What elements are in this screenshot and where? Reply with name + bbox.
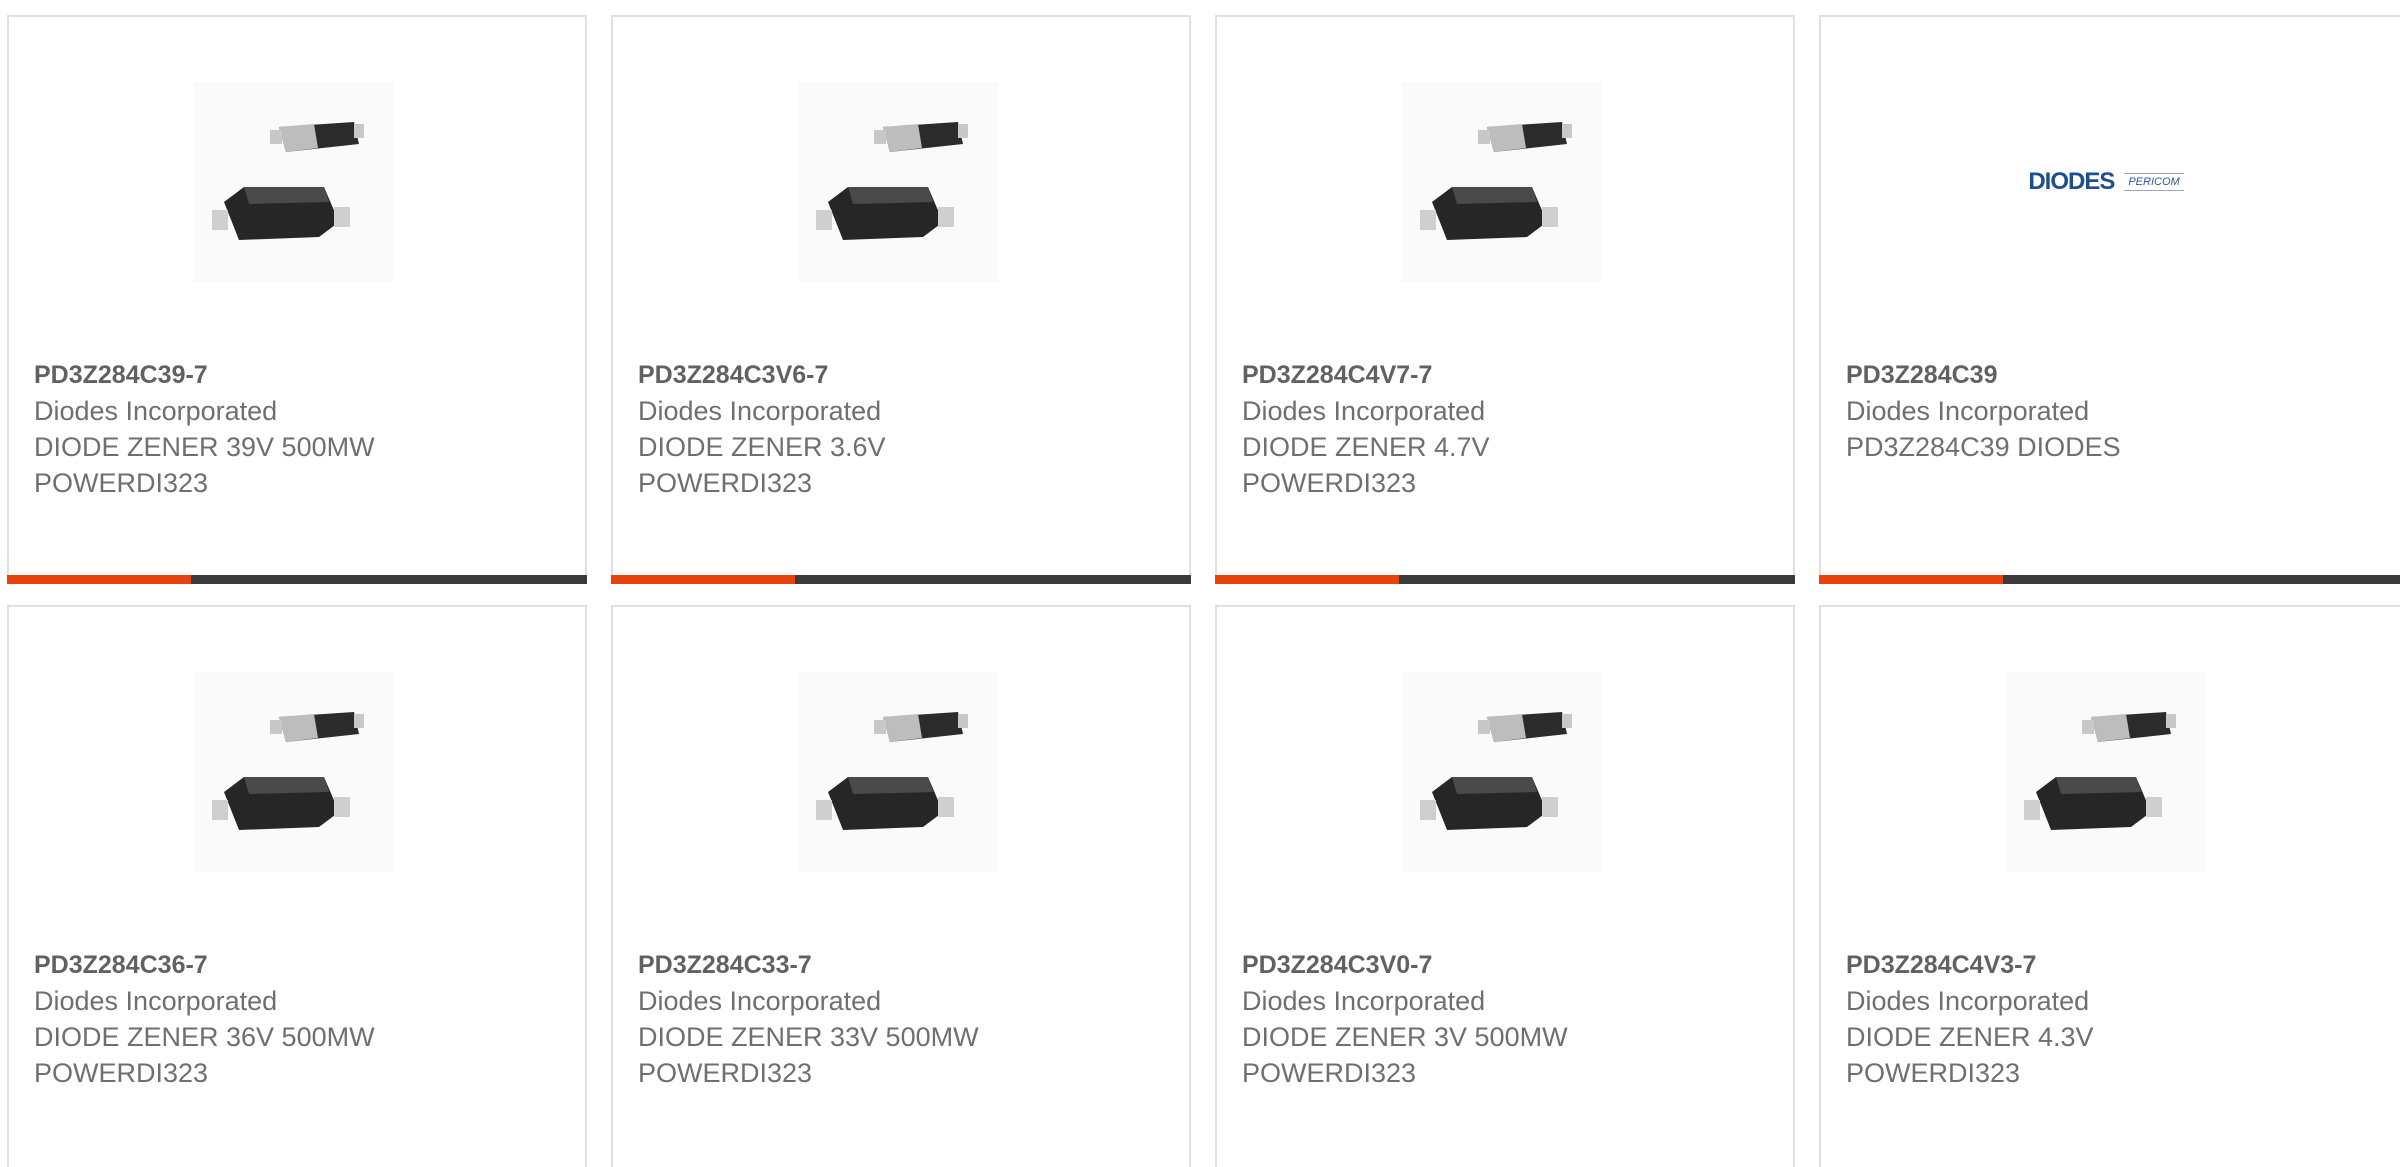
description: DIODE ZENER 3V 500MW xyxy=(1242,1022,1568,1052)
description: DIODE ZENER 39V 500MW xyxy=(34,432,375,462)
package: POWERDI323 xyxy=(34,1058,209,1088)
product-card[interactable]: PD3Z284C36-7 Diodes Incorporated DIODE Z… xyxy=(7,605,587,1167)
manufacturer: Diodes Incorporated xyxy=(638,986,882,1016)
diodes-pericom-logo: DIODES PERICOM xyxy=(2028,168,2184,196)
part-number[interactable]: PD3Z284C33-7 xyxy=(638,947,1178,983)
pericom-logo-text: PERICOM xyxy=(2124,173,2184,191)
product-image[interactable] xyxy=(798,82,998,282)
diode-package-icon xyxy=(798,672,998,872)
package: POWERDI323 xyxy=(638,1058,813,1088)
product-card[interactable]: PD3Z284C4V3-7 Diodes Incorporated DIODE … xyxy=(1819,605,2400,1167)
product-image[interactable] xyxy=(194,82,394,282)
description: DIODE ZENER 4.3V xyxy=(1846,1022,2094,1052)
diode-package-icon xyxy=(1402,82,1602,282)
product-card[interactable]: PD3Z284C3V0-7 Diodes Incorporated DIODE … xyxy=(1215,605,1795,1167)
part-number[interactable]: PD3Z284C3V0-7 xyxy=(1242,947,1782,983)
card-bottom-bar xyxy=(611,575,1191,584)
description: DIODE ZENER 3.6V xyxy=(638,432,886,462)
part-number[interactable]: PD3Z284C36-7 xyxy=(34,947,574,983)
package: POWERDI323 xyxy=(1846,1058,2021,1088)
part-number[interactable]: PD3Z284C4V7-7 xyxy=(1242,357,1782,393)
part-number[interactable]: PD3Z284C39-7 xyxy=(34,357,574,393)
package: POWERDI323 xyxy=(1242,468,1417,498)
description: DIODE ZENER 36V 500MW xyxy=(34,1022,375,1052)
product-image[interactable] xyxy=(798,672,998,872)
description: DIODE ZENER 4.7V xyxy=(1242,432,1490,462)
description: DIODE ZENER 33V 500MW xyxy=(638,1022,979,1052)
diode-package-icon xyxy=(1402,672,1602,872)
product-image[interactable] xyxy=(194,672,394,872)
manufacturer: Diodes Incorporated xyxy=(1242,986,1486,1016)
part-number[interactable]: PD3Z284C3V6-7 xyxy=(638,357,1178,393)
product-image[interactable] xyxy=(1402,82,1602,282)
package: POWERDI323 xyxy=(34,468,209,498)
manufacturer: Diodes Incorporated xyxy=(1846,986,2090,1016)
manufacturer: Diodes Incorporated xyxy=(1846,396,2090,426)
product-image[interactable] xyxy=(2006,672,2206,872)
card-bottom-bar xyxy=(1215,575,1795,584)
diode-package-icon xyxy=(194,672,394,872)
product-card[interactable]: PD3Z284C33-7 Diodes Incorporated DIODE Z… xyxy=(611,605,1191,1167)
diode-package-icon xyxy=(798,82,998,282)
card-accent-bar xyxy=(1215,575,1399,584)
manufacturer: Diodes Incorporated xyxy=(638,396,882,426)
part-number[interactable]: PD3Z284C4V3-7 xyxy=(1846,947,2386,983)
product-card[interactable]: PD3Z284C39-7 Diodes Incorporated DIODE Z… xyxy=(7,15,587,584)
manufacturer: Diodes Incorporated xyxy=(1242,396,1486,426)
manufacturer: Diodes Incorporated xyxy=(34,986,278,1016)
product-grid: PD3Z284C39-7 Diodes Incorporated DIODE Z… xyxy=(0,0,2400,1167)
product-image[interactable]: DIODES PERICOM xyxy=(2006,82,2206,282)
product-card[interactable]: PD3Z284C3V6-7 Diodes Incorporated DIODE … xyxy=(611,15,1191,584)
card-accent-bar xyxy=(1819,575,2003,584)
diode-package-icon xyxy=(2006,672,2206,872)
product-card[interactable]: PD3Z284C4V7-7 Diodes Incorporated DIODE … xyxy=(1215,15,1795,584)
card-accent-bar xyxy=(7,575,191,584)
card-bottom-bar xyxy=(1819,575,2400,584)
diode-package-icon xyxy=(194,82,394,282)
product-image[interactable] xyxy=(1402,672,1602,872)
manufacturer: Diodes Incorporated xyxy=(34,396,278,426)
card-accent-bar xyxy=(611,575,795,584)
card-bottom-bar xyxy=(7,575,587,584)
package: POWERDI323 xyxy=(1242,1058,1417,1088)
product-card[interactable]: DIODES PERICOM PD3Z284C39 Diodes Incorpo… xyxy=(1819,15,2400,584)
part-number[interactable]: PD3Z284C39 xyxy=(1846,357,2386,393)
diodes-logo-text: DIODES xyxy=(2028,168,2115,195)
package: POWERDI323 xyxy=(638,468,813,498)
description: PD3Z284C39 DIODES xyxy=(1846,432,2121,462)
